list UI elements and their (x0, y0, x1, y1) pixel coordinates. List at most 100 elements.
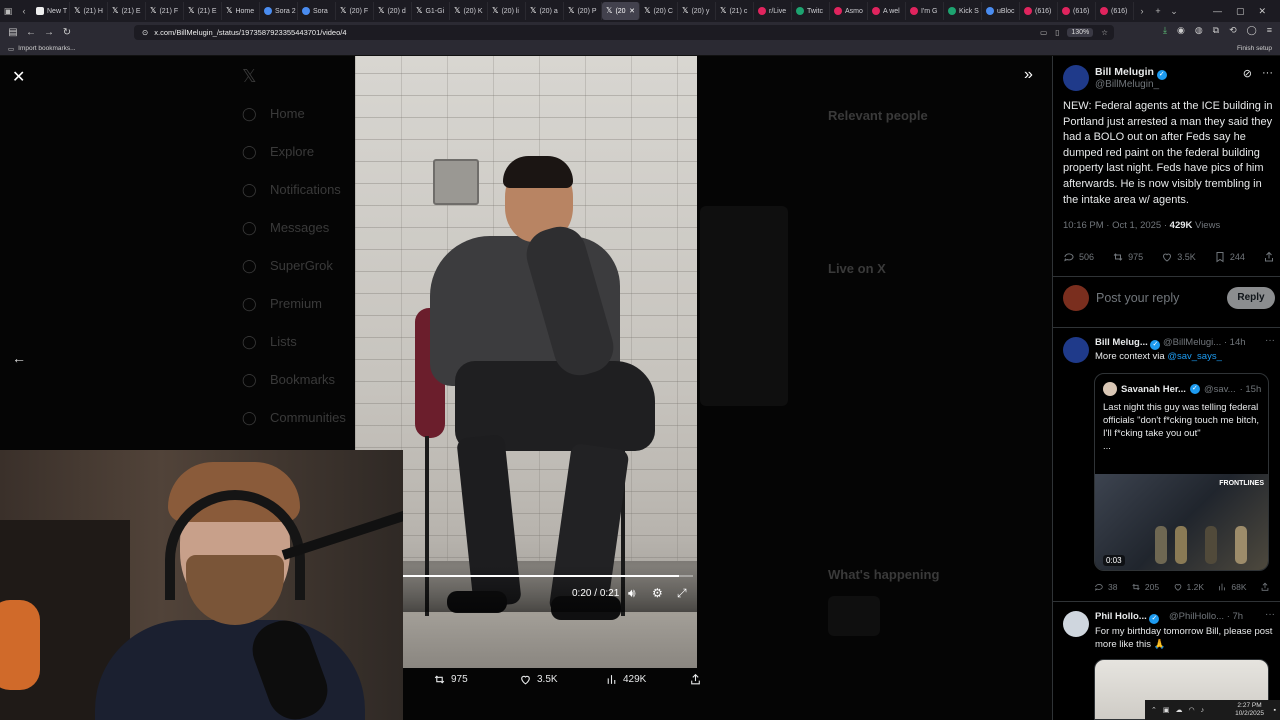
browser-tab[interactable]: 𝕏 (21) E (108, 2, 146, 20)
repost-count-button[interactable]: 975 (1112, 251, 1143, 263)
zoom-level[interactable]: 130% (1067, 28, 1094, 37)
mention-link[interactable]: @sav_says_ (1167, 351, 1222, 362)
url-bar[interactable]: ⊙ x.com/BillMelugin_/status/197358792335… (134, 25, 1114, 40)
sync-icon[interactable]: ⟲ (1229, 25, 1237, 36)
maximize-icon[interactable]: ▢ (1236, 6, 1245, 17)
browser-tab[interactable]: 𝕏 (21) E (184, 2, 222, 20)
browser-tab[interactable]: 𝕏 (20) y (678, 2, 716, 20)
viewer-like-button[interactable]: 3.5K (519, 673, 558, 686)
browser-tab[interactable]: Asmo (830, 2, 868, 20)
reply-tweet[interactable]: Bill Melug... ✓ @BillMelugi... · 14h ···… (1063, 335, 1275, 363)
browser-tab[interactable]: I'm G (906, 2, 944, 20)
browser-tab[interactable]: 𝕏 (20) F (336, 2, 374, 20)
browser-tab[interactable]: Sora 2 (260, 2, 298, 20)
tab-scroll-right-icon[interactable]: › (1134, 6, 1150, 16)
new-tab-icon[interactable]: + (1150, 6, 1166, 16)
reply-author-handle[interactable]: @PhilHollo... · 7h (1169, 611, 1265, 622)
volume-icon[interactable]: 🔊︎ (628, 586, 636, 601)
grok-icon[interactable]: ⊘ (1243, 67, 1252, 80)
like-count-button[interactable]: 3.5K (1161, 251, 1196, 263)
fullscreen-icon[interactable]: ⤢ (677, 586, 687, 601)
reader-mode-icon[interactable]: ▭ (1040, 28, 1047, 37)
collapse-panel-icon[interactable]: » (1024, 66, 1033, 84)
back-icon[interactable]: ← (22, 27, 40, 38)
cloud-icon[interactable]: ☁ (1176, 706, 1183, 714)
browser-tab[interactable]: (616) (1096, 2, 1134, 20)
share-button[interactable] (1260, 582, 1270, 592)
browser-tab[interactable]: Twitc (792, 2, 830, 20)
browser-tab[interactable]: 𝕏 (20) li (488, 2, 526, 20)
repost-count-button[interactable]: 205 (1131, 582, 1159, 592)
puzzle-icon[interactable]: ⧉ (1213, 25, 1219, 36)
menu-icon[interactable]: ≡ (1267, 25, 1272, 36)
notifications-icon[interactable]: ▪ (1274, 707, 1276, 714)
quoted-video-thumbnail[interactable]: FRONTLINES 0:03 (1095, 474, 1268, 570)
tab-list-dropdown-icon[interactable]: ⌄ (1166, 6, 1182, 17)
browser-tab[interactable]: 𝕏 (21) F (146, 2, 184, 20)
viewer-repost-button[interactable]: 975 (433, 673, 468, 686)
sidebar-panel-icon[interactable]: ▤ (4, 27, 22, 38)
browser-tab[interactable]: 𝕏 (20 ✕ (602, 2, 640, 20)
browser-tab[interactable]: 𝕏 (20) P (564, 2, 602, 20)
wifi-icon[interactable]: ◠ (1189, 706, 1195, 714)
tweet-time[interactable]: 10:16 PM · Oct 1, 2025 · (1063, 220, 1170, 231)
browser-tab[interactable]: (616) (1058, 2, 1096, 20)
translate-icon[interactable]: ▯ (1055, 28, 1059, 37)
account-icon[interactable]: ◯ (1247, 25, 1257, 36)
browser-tab[interactable]: 𝕏 Home (222, 2, 260, 20)
browser-tab[interactable]: 𝕏 (20) a (526, 2, 564, 20)
import-bookmarks[interactable]: Import bookmarks... (18, 45, 75, 52)
browser-tab[interactable]: 𝕏 (20) d (374, 2, 412, 20)
like-count-button[interactable]: 1.2K (1173, 582, 1204, 592)
reply-tweet[interactable]: Phil Hollo... ✓ @PhilHollo... · 7h ··· F… (1063, 609, 1275, 650)
site-info-icon[interactable]: ⊙ (142, 28, 148, 37)
browser-tab[interactable]: 𝕏 (20) K (450, 2, 488, 20)
reply-count-button[interactable]: 38 (1094, 582, 1117, 592)
browser-tab[interactable]: A wel (868, 2, 906, 20)
reload-icon[interactable]: ↻ (58, 27, 76, 38)
bookmark-count-button[interactable]: 244 (1214, 251, 1245, 263)
bookmark-star-icon[interactable]: ☆ (1101, 28, 1108, 37)
author-handle[interactable]: @BillMelugin_ (1095, 79, 1159, 90)
sidebar-toggle-icon[interactable]: ▣ (0, 6, 16, 17)
browser-tab[interactable]: r/Live (754, 2, 792, 20)
video-progress-bar[interactable] (403, 575, 693, 577)
reply-author-handle[interactable]: @BillMelugi... · 14h (1163, 337, 1259, 348)
browser-tab[interactable]: New T (32, 2, 70, 20)
downloads-icon[interactable]: ⤓ (1163, 25, 1167, 36)
browser-tab[interactable]: Sora (298, 2, 336, 20)
author-name[interactable]: Bill Melugin ✓ (1095, 66, 1167, 80)
tray-app-icon[interactable]: ▣ (1163, 706, 1170, 714)
minimize-icon[interactable]: — (1213, 6, 1222, 17)
viewer-share-button[interactable] (689, 673, 702, 686)
browser-tab[interactable]: 𝕏 (21) H (70, 2, 108, 20)
close-viewer-icon[interactable]: ✕ (12, 67, 25, 87)
settings-gear-icon[interactable]: ⚙ (652, 586, 663, 600)
tab-list-left-icon[interactable]: ‹ (16, 6, 32, 16)
views-count-button[interactable]: 68K (1217, 582, 1247, 592)
close-window-icon[interactable]: ✕ (1258, 6, 1266, 17)
extension-icon[interactable]: ◉ (1177, 25, 1185, 36)
tray-chevron-icon[interactable]: ⌃ (1151, 706, 1157, 714)
reply-author-name[interactable]: Phil Hollo... ✓ (1095, 611, 1160, 624)
more-options-icon[interactable]: ··· (1265, 335, 1275, 346)
browser-tab[interactable]: 𝕏 (20) C (640, 2, 678, 20)
previous-media-icon[interactable]: ← (12, 350, 26, 366)
browser-tab[interactable]: 𝕏 (21) c (716, 2, 754, 20)
close-tab-icon[interactable]: ✕ (629, 7, 635, 15)
speaker-icon[interactable]: ♪ (1201, 707, 1205, 714)
reply-button[interactable]: Reply (1227, 287, 1275, 309)
viewer-views-button[interactable]: 429K (605, 673, 646, 686)
browser-tab[interactable]: 𝕏 G1-Gi (412, 2, 450, 20)
forward-icon[interactable]: → (40, 27, 58, 38)
reply-author-name[interactable]: Bill Melug... ✓ (1095, 337, 1161, 350)
more-options-icon[interactable]: ··· (1262, 67, 1273, 80)
reply-input[interactable]: Post your reply (1096, 291, 1179, 305)
more-options-icon[interactable]: ··· (1265, 609, 1275, 620)
browser-tab[interactable]: Kick S (944, 2, 982, 20)
share-button[interactable] (1263, 251, 1275, 263)
vpn-icon[interactable]: ◍ (1195, 25, 1203, 36)
author-avatar[interactable] (1063, 65, 1089, 91)
quoted-tweet[interactable]: Savanah Her... ✓ @sav... · 15h Last nigh… (1094, 373, 1269, 571)
browser-tab[interactable]: (616) (1020, 2, 1058, 20)
